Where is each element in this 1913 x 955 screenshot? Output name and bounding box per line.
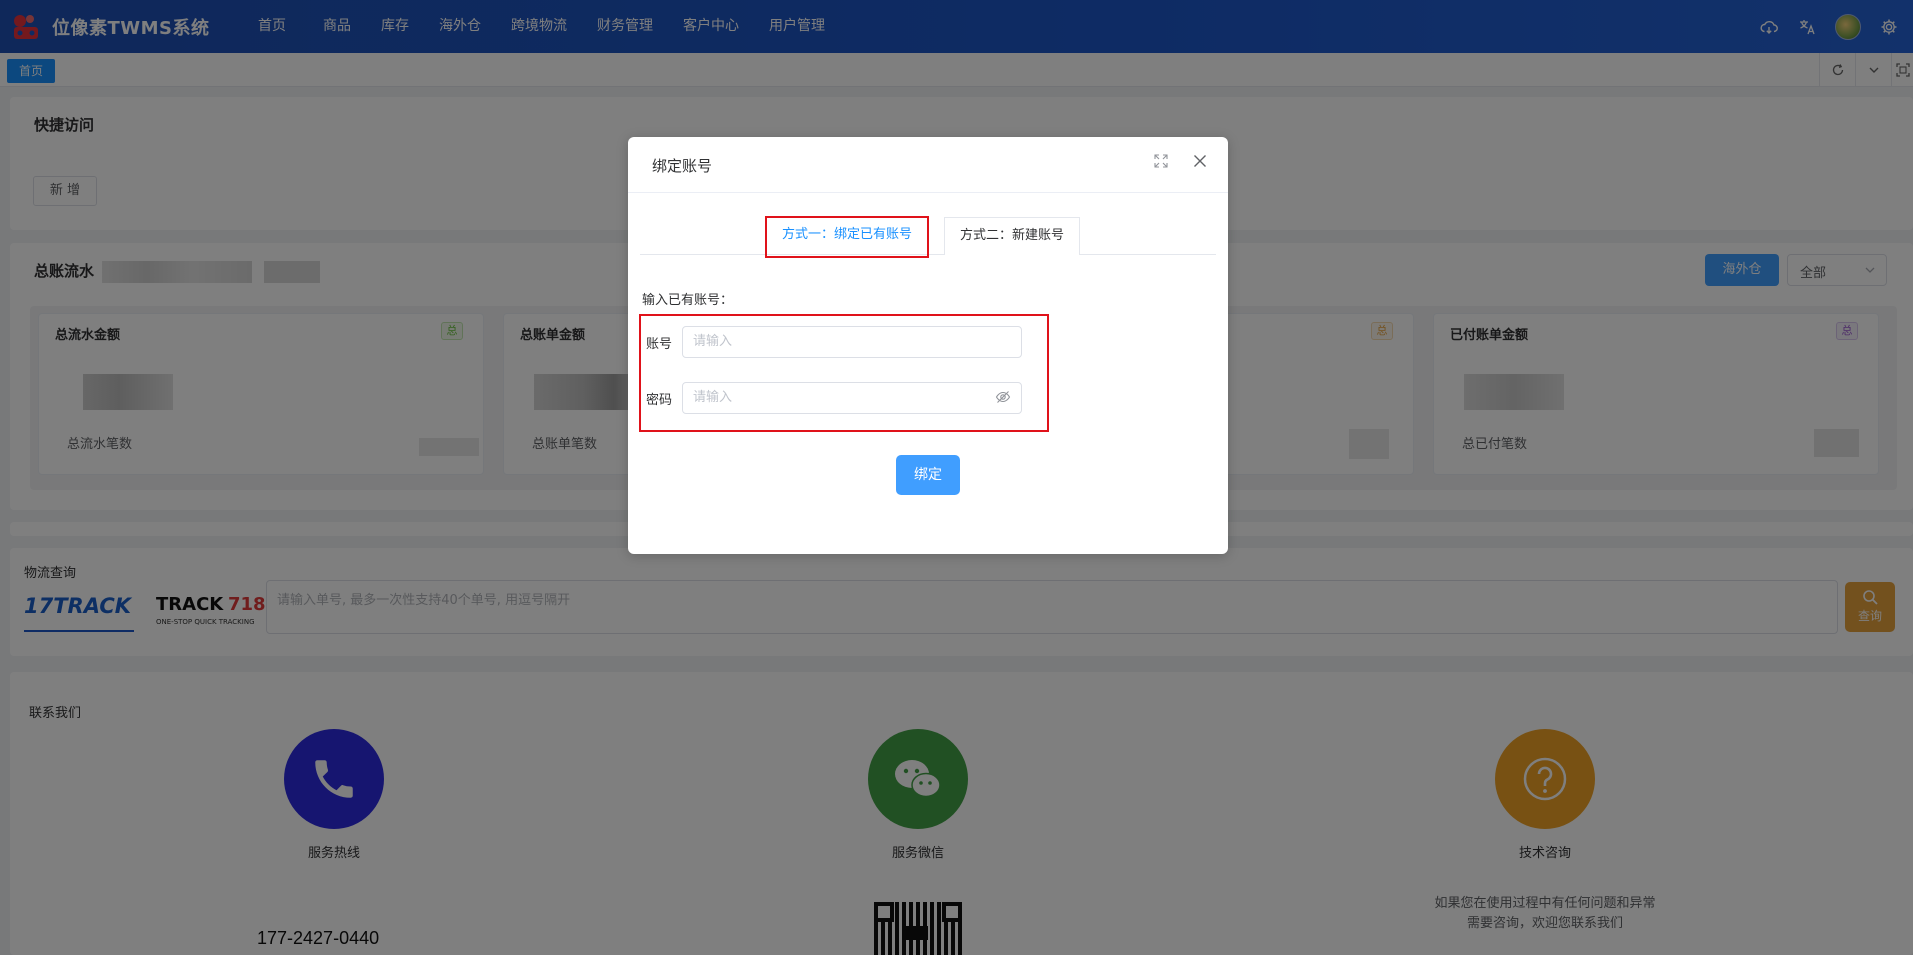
account-label: 账号 (646, 337, 673, 352)
bind-submit-button[interactable]: 绑定 (896, 455, 960, 495)
dialog-header-divider (628, 192, 1228, 193)
password-input[interactable]: 请输入 (682, 382, 1022, 414)
eye-off-icon[interactable] (995, 389, 1011, 409)
bind-account-dialog: 绑定账号 方式一：绑定已有账号 方式二：新建账号 输入已有账号： 账号 请输入 … (628, 137, 1228, 554)
section-label: 输入已有账号： (642, 293, 734, 308)
dialog-title: 绑定账号 (652, 157, 713, 175)
account-input[interactable]: 请输入 (682, 326, 1022, 358)
close-icon[interactable] (1190, 151, 1210, 171)
tab-create-new[interactable]: 方式二：新建账号 (944, 217, 1081, 255)
tab-bind-existing[interactable]: 方式一：绑定已有账号 (765, 216, 930, 258)
password-label: 密码 (646, 393, 673, 408)
maximize-icon[interactable] (1151, 151, 1171, 171)
